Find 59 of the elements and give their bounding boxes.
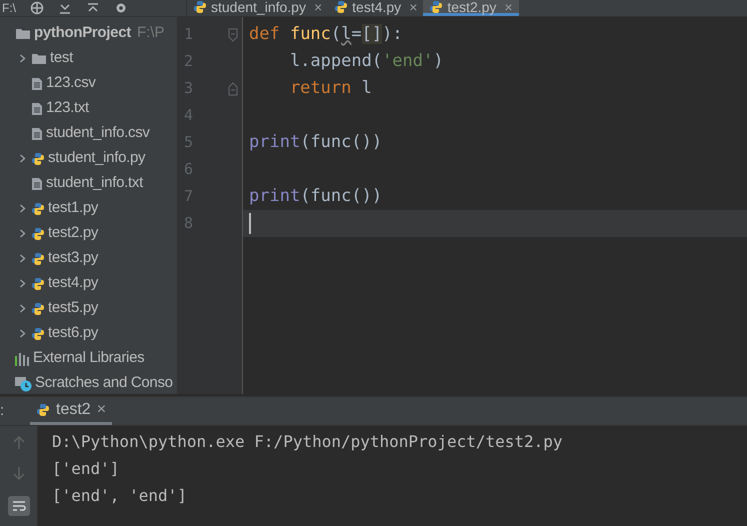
tree-item[interactable]: pythonProject	[34, 22, 131, 45]
editor-tab[interactable]: test4.py ×	[328, 0, 424, 16]
python-icon	[429, 0, 444, 14]
python-icon	[31, 252, 45, 266]
code-line: print(func())	[249, 130, 382, 154]
code-line: return l	[288, 76, 372, 100]
target-icon[interactable]	[30, 1, 44, 15]
tree-item[interactable]: External Libraries	[33, 347, 144, 370]
file-icon	[31, 176, 43, 190]
console-output: ['end', 'end']	[52, 485, 188, 507]
tree-item[interactable]: student_info.csv	[46, 122, 150, 145]
tree-item[interactable]: test4.py	[48, 272, 98, 295]
file-icon	[31, 126, 43, 140]
tree-item[interactable]: test3.py	[48, 247, 98, 270]
close-icon[interactable]: ×	[504, 0, 513, 14]
folder-icon	[15, 27, 31, 40]
tree-item[interactable]: test2.py	[48, 222, 98, 245]
settings-icon[interactable]	[114, 1, 128, 15]
tree-item[interactable]: test5.py	[48, 297, 98, 320]
file-icon	[31, 76, 43, 90]
editor-tab[interactable]: test2.py ×	[423, 0, 519, 16]
tree-item[interactable]: Scratches and Conso	[35, 372, 173, 394]
tree-item[interactable]: test1.py	[48, 197, 98, 220]
code-line: print(func())	[249, 184, 382, 208]
bar-chart-icon	[15, 352, 30, 366]
console-output: D:\Python\python.exe F:/Python/pythonProject/test2.py	[52, 431, 563, 453]
text-cursor	[249, 213, 251, 234]
close-icon[interactable]: ×	[314, 0, 322, 14]
python-icon	[193, 0, 207, 14]
python-icon	[31, 276, 45, 290]
python-icon	[334, 0, 348, 14]
python-icon	[31, 226, 45, 240]
run-tab[interactable]: test2 ×	[30, 397, 112, 425]
console-output: ['end']	[52, 458, 120, 480]
run-label: :	[0, 400, 6, 421]
close-icon[interactable]: ×	[96, 398, 106, 422]
path-dropdown[interactable]: F:\	[2, 2, 16, 14]
tree-item[interactable]: student_info.py	[48, 147, 146, 170]
python-icon	[36, 402, 50, 416]
code-line: def func(l=[]):	[249, 22, 403, 46]
folder-icon	[31, 52, 47, 65]
python-icon	[31, 326, 45, 340]
wrap-icon[interactable]	[8, 496, 30, 516]
tree-item[interactable]: 123.csv	[46, 72, 96, 95]
file-icon	[31, 102, 43, 116]
close-icon[interactable]: ×	[409, 0, 418, 14]
fold-icon[interactable]	[228, 28, 238, 42]
python-icon	[31, 152, 45, 166]
tree-item[interactable]: test6.py	[48, 322, 98, 345]
editor-tab[interactable]: student_info.py ×	[187, 0, 328, 16]
tree-item[interactable]: test	[50, 47, 73, 70]
tree-item[interactable]: 123.txt	[46, 97, 89, 120]
tree-item[interactable]: student_info.txt	[46, 172, 143, 195]
python-icon	[31, 302, 45, 316]
clock-icon	[15, 376, 32, 392]
python-icon	[31, 202, 45, 216]
path-hint: F:\P	[136, 23, 164, 44]
fold-icon[interactable]	[228, 82, 238, 96]
code-line: l.append('end')	[288, 50, 444, 73]
